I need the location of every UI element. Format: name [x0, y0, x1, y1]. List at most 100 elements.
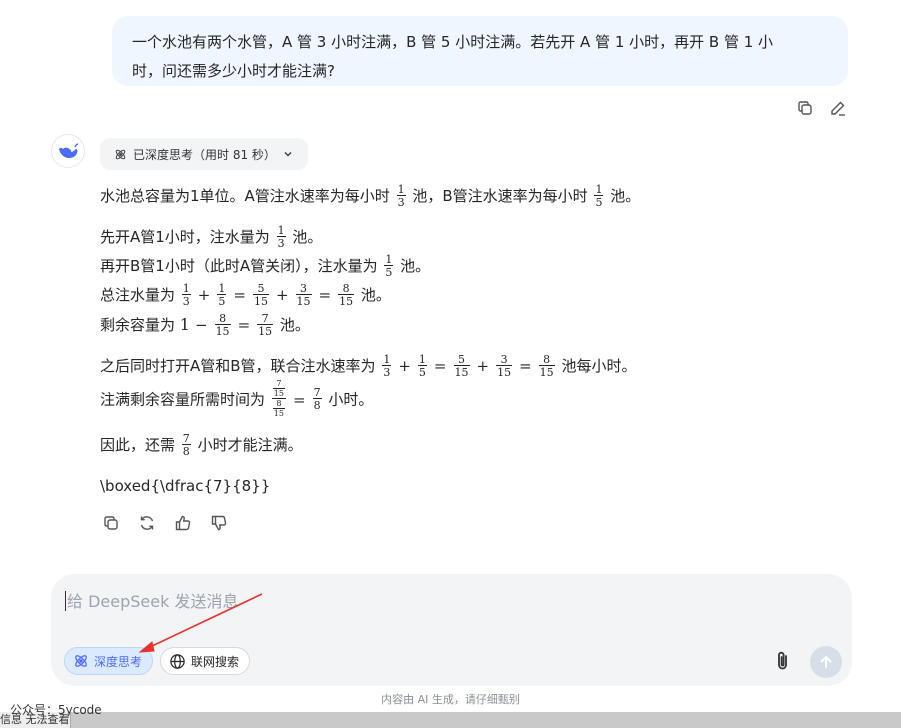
- deep-think-label: 深度思考: [94, 654, 143, 669]
- denominator: 5: [594, 194, 604, 209]
- compound-fraction: 7 15 8 15: [271, 380, 286, 418]
- text-caret: [65, 591, 66, 611]
- equals-sign: =: [292, 390, 306, 409]
- chevron-down-icon: [284, 151, 292, 157]
- atom-icon: [75, 655, 87, 667]
- text: 池。: [279, 316, 310, 334]
- plus-sign: +: [275, 286, 289, 304]
- message-input[interactable]: [65, 586, 759, 620]
- copy-answer-button[interactable]: [100, 512, 122, 534]
- numerator: 1: [277, 223, 285, 237]
- web-search-toggle[interactable]: 联网搜索: [160, 647, 251, 675]
- user-message-bubble: 一个水池有两个水管，A 管 3 小时注满，B 管 5 小时注满。若先开 A 管 …: [112, 16, 848, 86]
- answer-conclusion: 因此，还需 78 小时才能注满。: [100, 431, 780, 460]
- fraction: 13: [181, 283, 191, 307]
- math-one: 1: [179, 315, 190, 334]
- numerator: 1: [218, 281, 226, 295]
- thumbs-up-button[interactable]: [172, 512, 194, 534]
- denominator: 8: [181, 443, 191, 458]
- fraction: 13: [382, 352, 392, 379]
- web-search-label: 联网搜索: [191, 654, 240, 669]
- user-message-line-2: 时，问还需多少小时才能注满?: [132, 62, 335, 80]
- assistant-avatar: [51, 134, 85, 168]
- minus-sign: −: [194, 316, 208, 334]
- attach-file-button[interactable]: [770, 648, 796, 674]
- fraction-one-third: 13: [396, 184, 406, 209]
- text: 小时。: [328, 390, 374, 409]
- denominator: 15: [453, 364, 470, 379]
- text: 水池总容量为1单位。A管注水速率为每小时: [100, 187, 390, 205]
- text: 先开A管1小时，注水量为: [100, 228, 270, 246]
- fraction-one-third: 13: [276, 223, 286, 249]
- answer-line-remaining: 剩余容量为 1−8 15 = 7 15 池。: [100, 310, 780, 340]
- edit-message-button[interactable]: [827, 97, 849, 119]
- numerator: 8: [219, 311, 227, 325]
- fraction-seven-eighths: 78: [312, 387, 322, 412]
- globe-icon: [170, 653, 185, 669]
- fraction-seven-eighths: 78: [181, 431, 191, 458]
- fraction: 8 15: [538, 352, 555, 378]
- text: 因此，还需: [100, 436, 176, 454]
- fraction-one-fifth: 15: [384, 254, 394, 278]
- numerator: 8: [543, 352, 551, 366]
- copy-icon: [104, 516, 118, 530]
- thumbs-down-button[interactable]: [208, 512, 230, 534]
- arrow-up-icon: [820, 656, 832, 668]
- message-composer: 深度思考 联网搜索: [51, 574, 852, 686]
- text: 池。: [400, 257, 431, 275]
- denominator: 5: [417, 364, 427, 379]
- regenerate-button[interactable]: [136, 512, 158, 534]
- fraction: 15: [217, 281, 227, 308]
- denominator: 3: [382, 364, 392, 379]
- ai-disclaimer: 内容由 AI 生成，请仔细甄别: [381, 693, 520, 706]
- denominator: 15: [214, 323, 231, 338]
- numerator: 5: [458, 352, 465, 366]
- denominator: 15: [257, 323, 274, 338]
- numerator: 1: [418, 352, 426, 366]
- denominator: 3: [396, 194, 406, 209]
- fraction: 5 15: [252, 281, 269, 307]
- numerator: 7: [276, 379, 282, 388]
- denominator: 5: [217, 293, 227, 308]
- copy-message-button[interactable]: [794, 97, 816, 119]
- send-button[interactable]: [810, 646, 842, 678]
- fraction: 8 15: [338, 281, 355, 308]
- denominator: 15: [338, 293, 355, 308]
- fraction: 8 15: [272, 400, 285, 418]
- text: 再开B管1小时（此时A管关闭），注水量为: [100, 257, 378, 275]
- text: 池。: [360, 286, 391, 304]
- fraction-one-fifth: 15: [594, 184, 604, 209]
- plus-sign: +: [476, 357, 490, 375]
- thinking-toggle[interactable]: 已深度思考（用时 81 秒）: [100, 138, 308, 170]
- numerator: 7: [182, 431, 190, 445]
- assistant-answer: 水池总容量为1单位。A管注水速率为每小时 13 池，B管注水速率为每小时 15 …: [100, 182, 780, 501]
- equals-sign: =: [318, 286, 332, 304]
- compound-numerator: 7 15: [272, 380, 286, 398]
- copy-icon: [798, 101, 812, 115]
- atom-icon: [115, 149, 126, 159]
- numerator: 8: [342, 281, 350, 295]
- text: 池。: [292, 228, 323, 246]
- paperclip-icon: [778, 651, 787, 670]
- thumbs-down-icon: [211, 515, 227, 531]
- fraction: 15: [417, 352, 427, 379]
- pencil-icon: [831, 101, 845, 116]
- numerator: 1: [383, 352, 391, 366]
- fraction: 7 15: [257, 311, 274, 338]
- equals-sign: =: [237, 316, 251, 334]
- text: 小时才能注满。: [197, 436, 303, 454]
- numerator: 5: [257, 281, 265, 295]
- deepseek-whale-icon: [59, 143, 79, 158]
- denominator: 15: [272, 388, 285, 398]
- user-message-line-1: 一个水池有两个水管，A 管 3 小时注满，B 管 5 小时注满。若先开 A 管 …: [132, 33, 774, 51]
- boxed-latex-answer: \boxed{\dfrac{7}{8}}: [100, 477, 271, 495]
- watermark-text: 公众号：5ycode: [10, 703, 102, 717]
- bottom-taskbar: 信息 无法查看]: [0, 712, 901, 728]
- deep-think-toggle[interactable]: 深度思考: [64, 647, 154, 675]
- regenerate-icon: [140, 516, 154, 530]
- numerator: 7: [261, 311, 269, 325]
- answer-line-total: 总注水量为 1 3 +1 5 = 5 15 +3 15 = 8 15 池。: [100, 281, 780, 310]
- answer-actions: [100, 512, 230, 534]
- text: 之后同时打开A管和B管，联合注水速率为: [100, 357, 376, 375]
- denominator: 8: [312, 398, 322, 412]
